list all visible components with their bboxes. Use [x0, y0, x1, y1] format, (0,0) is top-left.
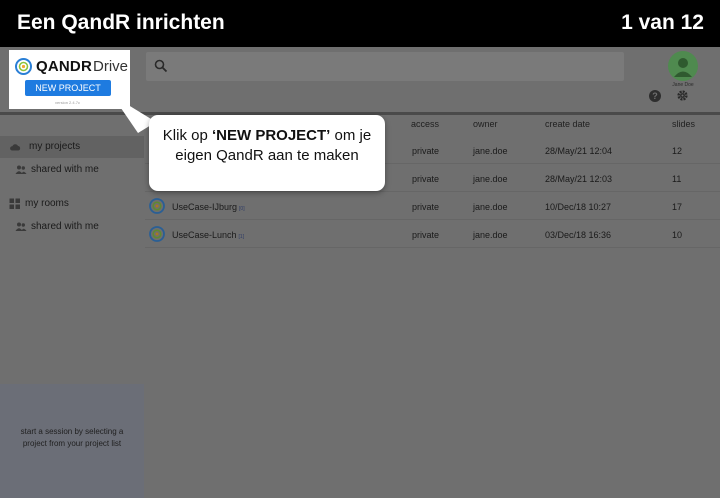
users-icon [15, 222, 27, 231]
cell-access: private [412, 146, 440, 156]
logo-brand: QANDR [36, 58, 92, 75]
cell-slides: 12 [672, 146, 683, 156]
callout-highlight: ‘NEW PROJECT’ [211, 127, 331, 144]
search-icon [154, 59, 168, 73]
cloud-icon [10, 144, 21, 151]
sidebar-item-my-rooms[interactable]: my rooms [0, 193, 144, 215]
column-header-access[interactable]: access [411, 119, 439, 129]
search-input[interactable] [146, 52, 624, 81]
session-panel: start a session by selecting a project f… [0, 384, 144, 498]
project-logo-icon [149, 226, 165, 242]
table-row[interactable]: UseCase-IJburg [0] private jane.doe 10/De… [145, 193, 720, 220]
tutorial-screen: Een QandR inrichten 1 van 12 Jane Doe ? … [0, 0, 720, 498]
new-project-button[interactable]: NEW PROJECT [25, 80, 111, 96]
cell-owner: jane.doe [473, 202, 508, 212]
logo-product: Drive [93, 58, 129, 75]
project-name: UseCase-IJburg [0] [172, 202, 245, 212]
sidebar-item-shared-projects[interactable]: shared with me [0, 159, 144, 181]
cell-slides: 17 [672, 202, 683, 212]
cell-create-date: 28/May/21 12:04 [545, 146, 613, 156]
callout-text: Klik op ‘NEW PROJECT’ om je eigen QandR … [162, 127, 372, 164]
sidebar-item-label: shared with me [31, 164, 99, 175]
table-row[interactable]: UseCase-Lunch [1] private jane.doe 03/Dec… [145, 221, 720, 248]
sidebar-item-shared-rooms[interactable]: shared with me [0, 216, 144, 238]
avatar[interactable] [668, 51, 698, 81]
cell-access: private [412, 230, 440, 240]
tutorial-title: Een QandR inrichten [17, 11, 225, 34]
cell-owner: jane.doe [473, 174, 508, 184]
user-icon [674, 58, 692, 77]
gear-icon[interactable] [676, 89, 689, 102]
cell-access: private [412, 174, 440, 184]
project-name: UseCase-Lunch [1] [172, 230, 245, 240]
column-header-owner[interactable]: owner [473, 119, 498, 129]
grid-icon [9, 198, 20, 209]
cell-access: private [412, 202, 440, 212]
cell-create-date: 28/May/21 12:03 [545, 174, 613, 184]
project-logo-icon [149, 198, 165, 214]
help-icon[interactable]: ? [649, 90, 661, 102]
sidebar-item-my-projects[interactable]: my projects [0, 136, 144, 158]
sidebar-item-label: shared with me [31, 221, 99, 232]
session-hint: start a session by selecting a project f… [20, 427, 124, 448]
app-version: version 2.4.7c [55, 100, 80, 105]
qandr-logo-icon [15, 58, 32, 75]
cell-owner: jane.doe [473, 230, 508, 240]
cell-owner: jane.doe [473, 146, 508, 156]
cell-slides: 11 [672, 174, 682, 184]
column-header-create-date[interactable]: create date [545, 119, 590, 129]
users-icon [15, 165, 27, 174]
sidebar-item-label: my projects [29, 141, 81, 152]
cell-create-date: 03/Dec/18 16:36 [545, 230, 612, 240]
tutorial-callout: Klik op ‘NEW PROJECT’ om je eigen QandR … [149, 115, 385, 191]
cell-slides: 10 [672, 230, 683, 240]
sidebar-item-label: my rooms [25, 198, 69, 209]
tutorial-step-counter: 1 van 12 [621, 11, 704, 34]
tutorial-bar: Een QandR inrichten 1 van 12 [0, 0, 720, 47]
column-header-slides[interactable]: slides [672, 119, 695, 129]
user-name: Jane Doe [672, 82, 694, 88]
cell-create-date: 10/Dec/18 10:27 [545, 202, 612, 212]
